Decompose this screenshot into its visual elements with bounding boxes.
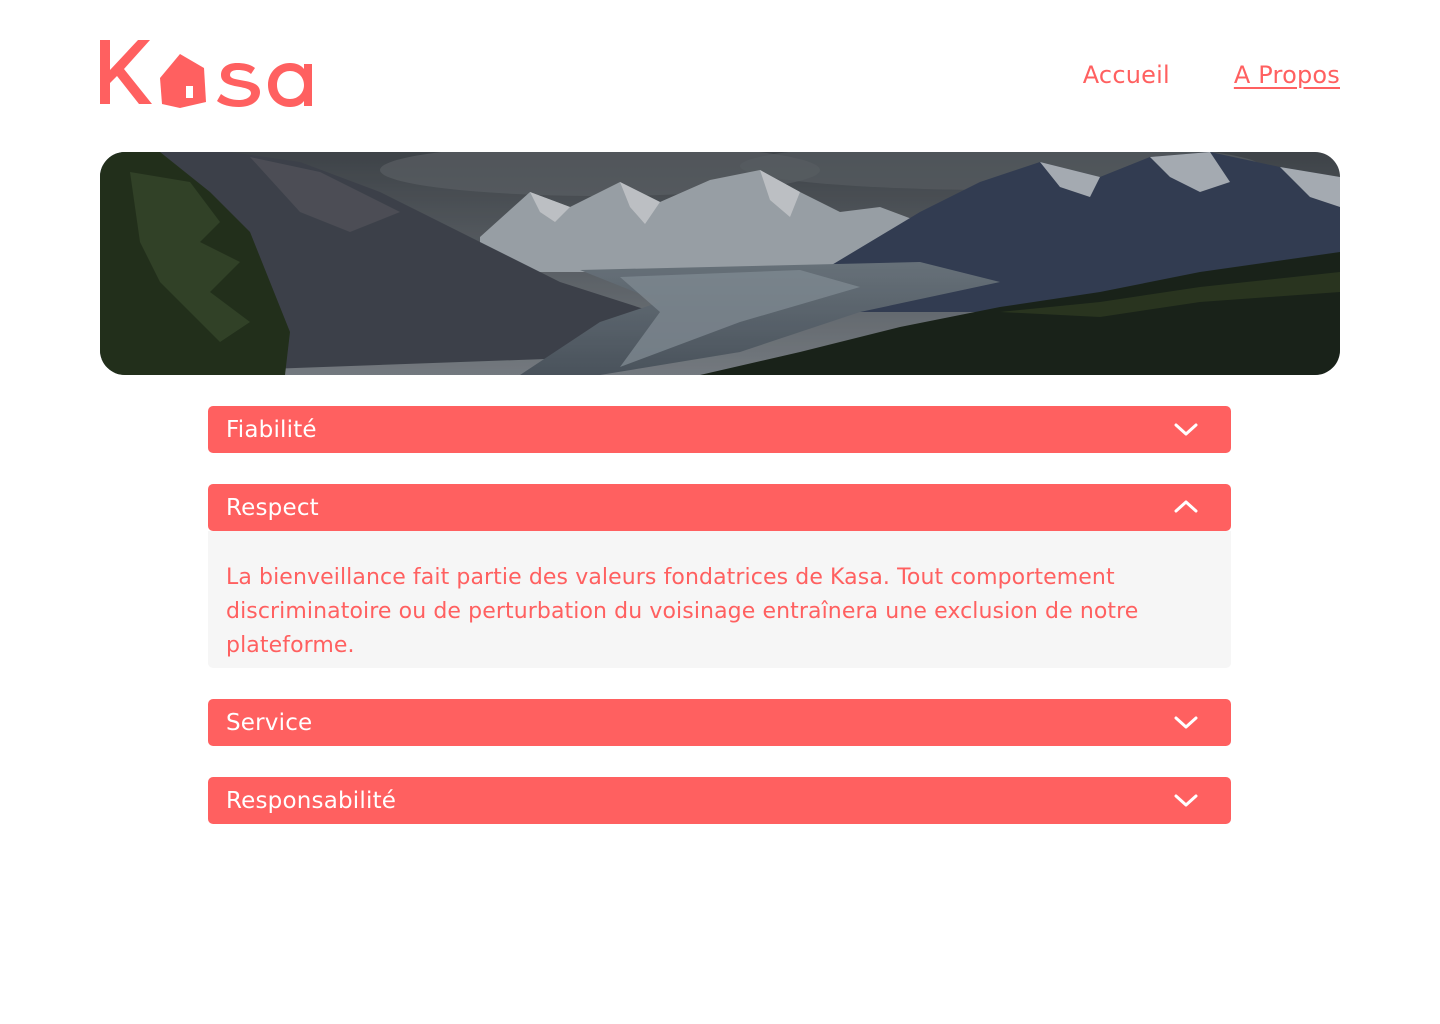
- collapse-responsabilite: Responsabilité: [208, 777, 1231, 824]
- collapse-respect: Respect La bienveillance fait partie des…: [208, 484, 1231, 668]
- main-nav: Accueil A Propos: [1083, 58, 1340, 92]
- nav-link-accueil[interactable]: Accueil: [1083, 58, 1170, 92]
- collapse-header-respect[interactable]: Respect: [208, 484, 1231, 531]
- logo-house-icon: [160, 54, 206, 108]
- collapse-header-service[interactable]: Service: [208, 699, 1231, 746]
- collapse-title: Service: [226, 709, 313, 736]
- values-collapses: Fiabilité Respect La bienveillance fait …: [208, 406, 1231, 855]
- chevron-down-icon[interactable]: [1173, 711, 1199, 733]
- kasa-logo[interactable]: [100, 40, 312, 108]
- collapse-content: La bienveillance fait partie des valeurs…: [226, 565, 1139, 658]
- collapse-title: Responsabilité: [226, 787, 397, 814]
- logo-letter-a: [268, 63, 312, 107]
- collapse-title: Fiabilité: [226, 416, 317, 443]
- header: Accueil A Propos: [100, 40, 1340, 108]
- about-page: Accueil A Propos Fiabilité Respect La bi…: [0, 0, 1440, 1024]
- hero-banner: [100, 152, 1340, 375]
- nav-link-a-propos[interactable]: A Propos: [1234, 58, 1340, 92]
- collapse-title: Respect: [226, 494, 319, 521]
- logo-letter-k: [100, 40, 152, 104]
- logo-letter-s: [217, 63, 260, 107]
- chevron-down-icon[interactable]: [1173, 789, 1199, 811]
- collapse-header-fiabilite[interactable]: Fiabilité: [208, 406, 1231, 453]
- chevron-up-icon[interactable]: [1173, 496, 1199, 518]
- collapse-body-respect: La bienveillance fait partie des valeurs…: [208, 531, 1231, 668]
- mountain-landscape-image: [100, 152, 1340, 375]
- collapse-service: Service: [208, 699, 1231, 746]
- collapse-header-responsabilite[interactable]: Responsabilité: [208, 777, 1231, 824]
- logo-house-door: [186, 86, 193, 98]
- chevron-down-icon[interactable]: [1173, 418, 1199, 440]
- collapse-fiabilite: Fiabilité: [208, 406, 1231, 453]
